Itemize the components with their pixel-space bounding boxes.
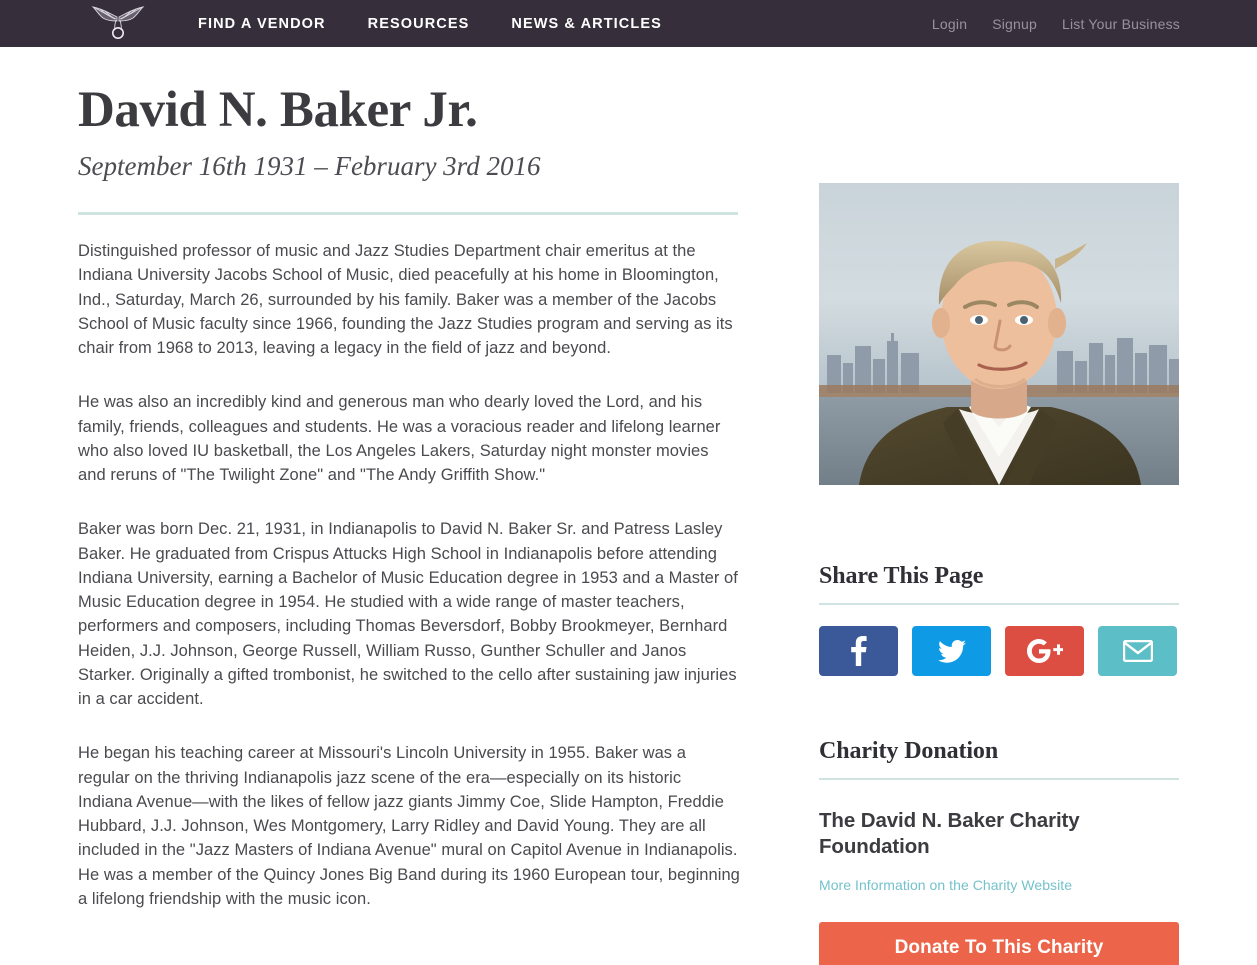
nav-item-signup[interactable]: Signup [992, 16, 1037, 32]
share-facebook-button[interactable] [819, 626, 898, 676]
page-title: David N. Baker Jr. [78, 82, 478, 138]
envelope-icon [1122, 640, 1153, 662]
obituary-paragraph: Baker was born Dec. 21, 1931, in Indiana… [78, 520, 738, 709]
share-divider [819, 603, 1179, 605]
nav-item-login[interactable]: Login [932, 16, 967, 32]
winged-emblem-logo-icon [79, 2, 157, 47]
twitter-icon [937, 639, 966, 663]
secondary-nav-links: Login Signup List Your Business [932, 0, 1180, 47]
charity-section: Charity Donation The David N. Baker Char… [819, 738, 1179, 965]
obituary-paragraph: He began his teaching career at Missouri… [78, 744, 740, 908]
nav-item-resources[interactable]: Resources [368, 16, 470, 32]
charity-website-link[interactable]: More Information on the Charity Website [819, 877, 1072, 893]
page-content: David N. Baker Jr. September 16th 1931 –… [0, 47, 1257, 965]
share-email-button[interactable] [1098, 626, 1177, 676]
share-googleplus-button[interactable] [1005, 626, 1084, 676]
top-navigation-bar: Find A Vendor Resources News & Articles … [0, 0, 1257, 47]
obituary-paragraph: Distinguished professor of music and Jaz… [78, 242, 733, 358]
nav-item-find-a-vendor[interactable]: Find A Vendor [198, 16, 326, 32]
life-dates: September 16th 1931 – February 3rd 2016 [78, 151, 541, 182]
obituary-main-column: David N. Baker Jr. September 16th 1931 –… [78, 47, 740, 941]
obituary-paragraph: He was also an incredibly kind and gener… [78, 393, 721, 485]
primary-nav-links: Find A Vendor Resources News & Articles [198, 0, 662, 47]
obituary-body: Distinguished professor of music and Jaz… [78, 215, 740, 911]
nav-item-news-articles[interactable]: News & Articles [511, 16, 662, 32]
facebook-icon [850, 636, 867, 666]
nav-item-list-your-business[interactable]: List Your Business [1062, 16, 1180, 32]
share-section: Share This Page [819, 563, 1179, 676]
google-plus-icon [1026, 639, 1063, 663]
portrait-photo [819, 183, 1179, 485]
share-twitter-button[interactable] [912, 626, 991, 676]
sidebar: Share This Page Charity Donation The Dav… [819, 47, 1179, 965]
site-logo[interactable] [78, 3, 158, 45]
charity-foundation-name: The David N. Baker Charity Foundation [819, 809, 1080, 858]
donate-button[interactable]: Donate To This Charity [819, 922, 1179, 965]
charity-heading: Charity Donation [819, 738, 999, 764]
share-heading: Share This Page [819, 563, 984, 589]
share-button-row [819, 626, 1179, 676]
